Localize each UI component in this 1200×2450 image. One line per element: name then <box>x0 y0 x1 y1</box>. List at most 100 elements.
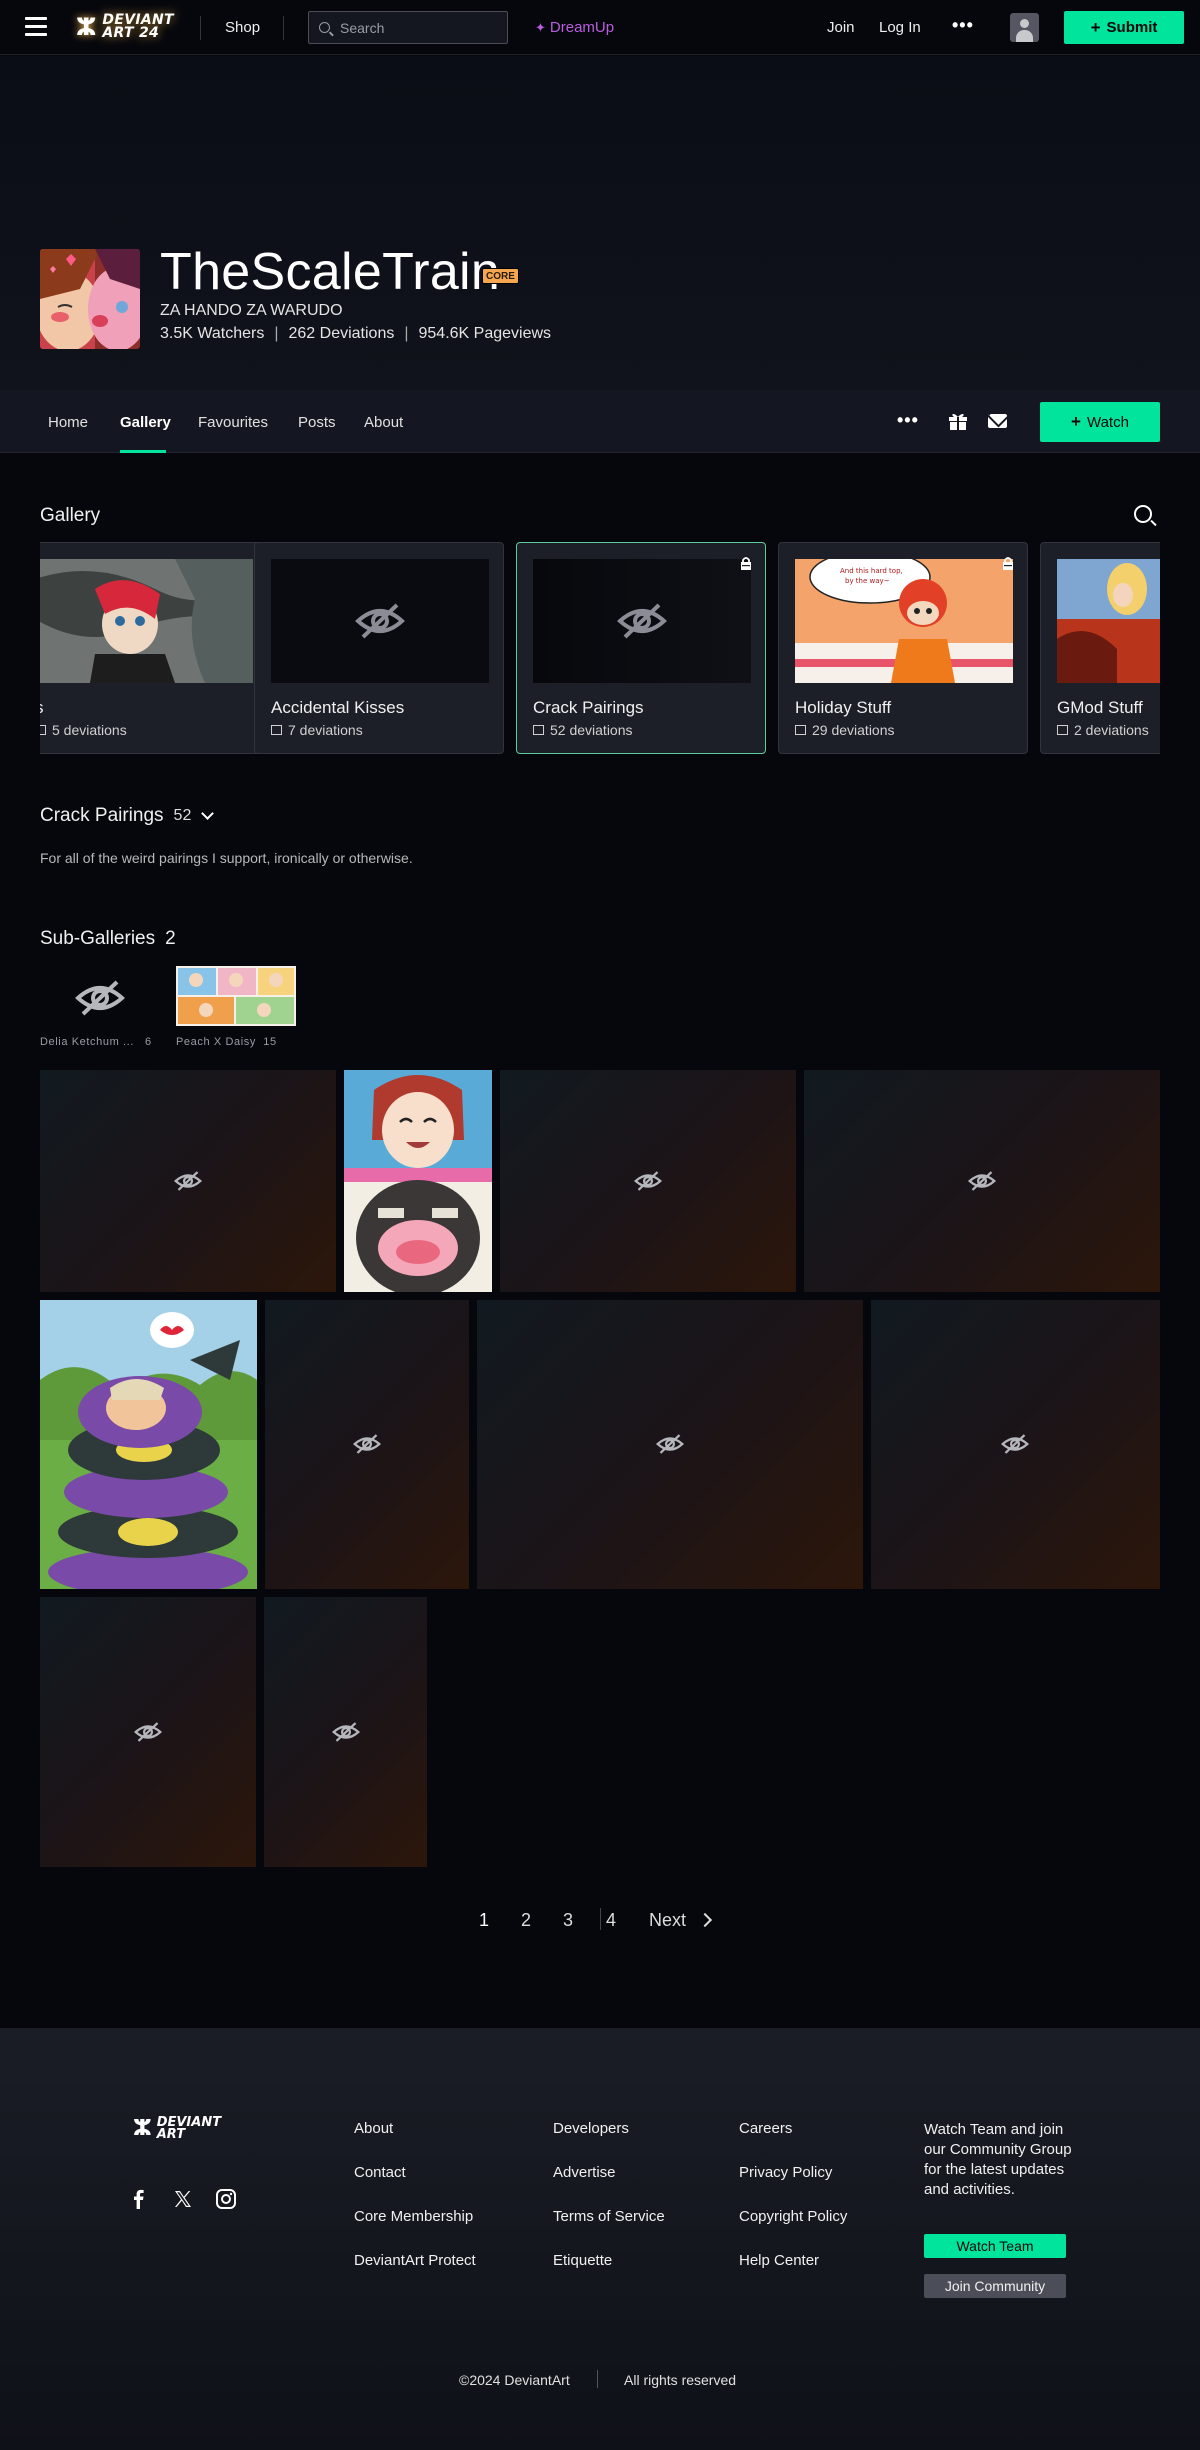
footer-link-deviantart-protect[interactable]: DeviantArt Protect <box>354 2252 476 2269</box>
footer-link-help-center[interactable]: Help Center <box>739 2252 819 2269</box>
footer-link-about[interactable]: About <box>354 2120 393 2137</box>
search-box[interactable] <box>308 11 508 44</box>
subgallery-label[interactable]: Delia Ketchum ... 6 <box>40 1036 152 1048</box>
footer-link-core-membership[interactable]: Core Membership <box>354 2208 473 2225</box>
hidden-content-icon <box>174 1171 202 1191</box>
watch-team-button[interactable]: Watch Team <box>924 2234 1066 2258</box>
active-tab-indicator <box>120 450 166 453</box>
footer-link-terms[interactable]: Terms of Service <box>553 2208 665 2225</box>
deviation-thumbnail-hidden[interactable] <box>804 1070 1160 1292</box>
footer-link-developers[interactable]: Developers <box>553 2120 629 2137</box>
deviation-thumbnail-hidden[interactable] <box>871 1300 1160 1589</box>
gallery-folder-carousel: s 5 deviations Accidental Kisses 7 devia… <box>40 542 1160 756</box>
subgallery-label[interactable]: Peach X Daisy 15 <box>176 1036 277 1048</box>
deviation-thumbnail-hidden[interactable] <box>500 1070 796 1292</box>
nav-divider <box>200 16 201 40</box>
page-4[interactable]: 4 <box>606 1910 616 1931</box>
deviation-thumbnail-hidden[interactable] <box>477 1300 863 1589</box>
chevron-right-icon[interactable] <box>697 1912 713 1928</box>
join-community-button[interactable]: Join Community <box>924 2274 1066 2298</box>
watch-team-blurb: Watch Team and join our Community Group … <box>924 2121 1072 2198</box>
hidden-content-icon <box>134 1722 162 1742</box>
gallery-folder[interactable]: GMod Stuff 2 deviations <box>1040 542 1160 754</box>
gallery-folder[interactable]: And this hard top, by the way~ Holiday S… <box>778 542 1028 754</box>
deviation-thumbnail[interactable] <box>40 1300 257 1589</box>
watch-label: Watch <box>1086 413 1129 431</box>
tab-favourites[interactable]: Favourites <box>198 414 268 431</box>
user-avatar-icon[interactable] <box>1010 13 1039 42</box>
submit-button[interactable]: + Submit <box>1064 11 1184 44</box>
subgallery-thumbnail[interactable] <box>176 966 296 1026</box>
footer-logo[interactable]: ⵣ DEVIANT ART <box>133 2116 221 2142</box>
tab-about[interactable]: About <box>364 414 403 431</box>
watchers-stat[interactable]: 3.5K Watchers <box>160 325 264 343</box>
deviantart-mark-icon: ⵣ <box>76 13 97 41</box>
hidden-content-icon <box>634 1171 662 1191</box>
gift-icon[interactable] <box>948 412 968 430</box>
deviation-thumbnail-hidden[interactable] <box>40 1597 256 1867</box>
deviantart-mark-icon: ⵣ <box>133 2116 152 2141</box>
footer-link-etiquette[interactable]: Etiquette <box>553 2252 612 2269</box>
image-icon <box>271 725 282 735</box>
top-navigation-bar: ⵣ DEVIANTART 24 Shop ✦ DreamUp Join Log … <box>0 0 1200 55</box>
chevron-down-icon <box>201 807 215 820</box>
next-page-link[interactable]: Next <box>649 1910 686 1931</box>
folder-heading: Crack Pairings <box>40 805 164 826</box>
rights-text: All rights reserved <box>624 2372 737 2388</box>
gallery-folder[interactable]: Accidental Kisses 7 deviations <box>254 542 504 754</box>
hidden-content-icon <box>656 1434 684 1454</box>
tab-home[interactable]: Home <box>48 414 88 431</box>
deviations-stat[interactable]: 262 Deviations <box>289 325 395 343</box>
gallery-folder[interactable]: s 5 deviations <box>40 542 268 754</box>
more-options-icon[interactable]: ••• <box>897 410 919 431</box>
mail-icon[interactable] <box>988 414 1007 428</box>
deviation-thumbnail-hidden[interactable] <box>264 1597 427 1867</box>
page-1[interactable]: 1 <box>479 1910 489 1931</box>
gallery-search-icon[interactable] <box>1134 505 1152 523</box>
nav-divider <box>283 16 284 40</box>
hidden-content-icon <box>353 1434 381 1454</box>
folder-thumbnail <box>533 559 751 683</box>
tab-gallery[interactable]: Gallery <box>120 414 171 431</box>
more-options-icon[interactable]: ••• <box>952 15 974 36</box>
footer-link-careers[interactable]: Careers <box>739 2120 792 2137</box>
folder-title: s <box>40 698 44 718</box>
page-3[interactable]: 3 <box>563 1910 573 1931</box>
hamburger-menu-icon[interactable] <box>25 17 47 37</box>
facebook-icon[interactable] <box>128 2188 150 2210</box>
image-icon <box>40 725 46 735</box>
dreamup-link[interactable]: ✦ DreamUp <box>535 19 614 36</box>
footer-link-advertise[interactable]: Advertise <box>553 2164 616 2181</box>
join-link[interactable]: Join <box>827 19 855 36</box>
profile-stats: 3.5K Watchers | 262 Deviations | 954.6K … <box>160 325 551 343</box>
core-badge[interactable]: CORE <box>482 268 519 284</box>
hidden-content-icon <box>968 1171 996 1191</box>
hidden-content-icon <box>617 603 667 639</box>
hidden-content-icon <box>1001 1434 1029 1454</box>
gallery-folder-selected[interactable]: Crack Pairings 52 deviations <box>516 542 766 754</box>
profile-avatar[interactable] <box>40 249 140 349</box>
footer-link-privacy[interactable]: Privacy Policy <box>739 2164 832 2181</box>
instagram-icon[interactable] <box>215 2188 237 2210</box>
folder-heading-dropdown[interactable]: Crack Pairings 52 <box>40 805 215 827</box>
deviation-thumbnail[interactable] <box>344 1070 492 1292</box>
deviation-thumbnail-hidden[interactable] <box>40 1070 336 1292</box>
deviantart-logo[interactable]: ⵣ DEVIANT ART 24 <box>76 9 174 45</box>
footer-link-contact[interactable]: Contact <box>354 2164 406 2181</box>
watch-button[interactable]: + Watch <box>1040 402 1160 442</box>
search-input[interactable] <box>340 19 500 36</box>
subgallery-thumbnail[interactable] <box>40 966 160 1026</box>
profile-tabs-bar: Home Gallery Favourites Posts About ••• … <box>0 390 1200 453</box>
folder-count: 52 deviations <box>533 722 633 738</box>
page-2[interactable]: 2 <box>521 1910 531 1931</box>
folder-description: For all of the weird pairings I support,… <box>40 850 413 866</box>
shop-link[interactable]: Shop <box>225 19 260 36</box>
footer-link-copyright-policy[interactable]: Copyright Policy <box>739 2208 847 2225</box>
x-twitter-icon[interactable] <box>172 2188 194 2210</box>
image-icon <box>1057 725 1068 735</box>
tab-posts[interactable]: Posts <box>298 414 336 431</box>
login-link[interactable]: Log In <box>879 19 921 36</box>
dreamup-label: DreamUp <box>549 19 615 36</box>
folder-title: Holiday Stuff <box>795 698 892 717</box>
deviation-thumbnail-hidden[interactable] <box>265 1300 469 1589</box>
